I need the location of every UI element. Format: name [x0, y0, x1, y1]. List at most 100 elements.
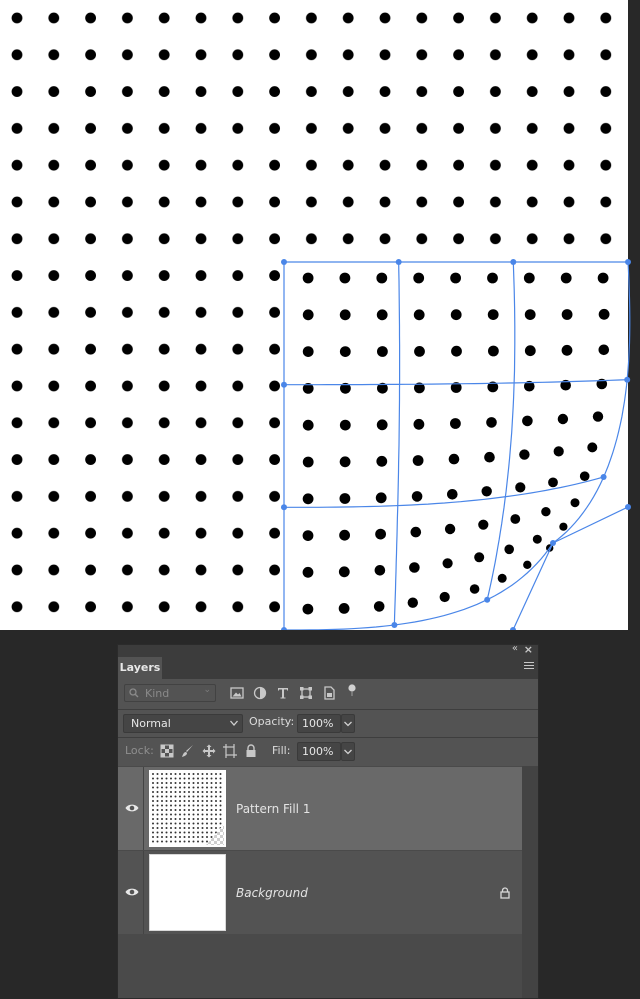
document-canvas[interactable] [0, 0, 640, 630]
warped-dot [302, 309, 314, 321]
warped-dot [557, 413, 569, 425]
warped-dot [302, 493, 314, 505]
layer-name[interactable]: Pattern Fill 1 [236, 802, 310, 816]
chevron-down-icon: ⌄ [203, 685, 211, 695]
lock-image-pixels-icon[interactable] [181, 744, 195, 758]
warped-dot [469, 584, 480, 594]
warped-dot [302, 566, 314, 578]
warped-dot [598, 344, 610, 356]
warp-control-point[interactable] [281, 504, 287, 511]
warped-dot [302, 346, 314, 357]
warped-dot [339, 346, 351, 357]
warped-dot [444, 523, 456, 535]
layer-thumbnail[interactable] [149, 854, 226, 931]
warped-dot [302, 456, 314, 468]
panel-tab-bar: Layers [118, 657, 538, 679]
warp-control-point[interactable] [625, 259, 631, 265]
warped-dot [413, 309, 425, 321]
filter-kind-select[interactable]: Kind ⌄ [124, 684, 216, 702]
warped-dot [553, 446, 564, 457]
smart-object-filter-icon[interactable] [322, 686, 336, 700]
warped-dot [488, 345, 499, 357]
warped-dot [302, 530, 314, 541]
lock-row: Lock: Fill: 100% [118, 737, 538, 767]
type-filter-icon[interactable] [276, 686, 290, 700]
warp-control-point[interactable] [391, 622, 398, 628]
warp-control-point[interactable] [550, 540, 556, 546]
warped-dot [376, 455, 388, 467]
warped-dot [412, 455, 424, 466]
filter-kind-label: Kind [145, 687, 170, 700]
warped-dot [339, 529, 350, 541]
layer-list-scrollbar[interactable] [522, 766, 538, 998]
opacity-dropdown[interactable] [341, 714, 355, 733]
blend-mode-select[interactable]: Normal [123, 714, 243, 733]
opacity-label: Opacity: [249, 715, 295, 728]
opacity-input[interactable]: 100% [297, 714, 341, 733]
warp-control-point[interactable] [600, 474, 607, 480]
warp-control-point[interactable] [625, 504, 631, 510]
warped-dot [377, 346, 388, 357]
warp-control-point[interactable] [281, 259, 287, 265]
search-icon [129, 688, 139, 698]
eye-icon[interactable] [125, 887, 139, 897]
warped-dot [598, 308, 610, 320]
shape-filter-icon[interactable] [299, 686, 313, 700]
warp-control-point[interactable] [281, 381, 287, 388]
warped-dot [484, 451, 495, 463]
tab-layers[interactable]: Layers [118, 657, 162, 679]
warped-dot [560, 272, 572, 284]
eye-icon[interactable] [125, 803, 139, 813]
warped-dot [519, 449, 530, 460]
image-filter-icon[interactable] [230, 686, 244, 700]
layer-list: Pattern Fill 1 Background [118, 766, 538, 998]
layer-row-pattern-fill[interactable]: Pattern Fill 1 [118, 767, 522, 850]
warped-dot [339, 419, 351, 431]
warped-dot [413, 272, 425, 284]
warped-dot [451, 345, 462, 357]
warped-dot [338, 566, 350, 578]
adjustment-filter-icon[interactable] [253, 686, 267, 700]
warped-dot [375, 492, 387, 504]
warped-dot [339, 493, 351, 504]
lock-position-icon[interactable] [202, 744, 216, 758]
warp-control-point[interactable] [510, 259, 517, 265]
warped-dot [410, 526, 422, 538]
warped-dot [532, 534, 542, 544]
lock-icon[interactable] [500, 887, 510, 899]
layer-name[interactable]: Background [236, 886, 308, 900]
warped-dot [522, 415, 533, 427]
warped-dot [523, 560, 532, 569]
layers-panel: « × Layers Kind ⌄ Normal Opacity: 100% L… [117, 643, 539, 999]
canvas-artwork[interactable] [0, 0, 640, 630]
fill-dropdown[interactable] [341, 742, 355, 761]
lock-transparent-pixels-icon[interactable] [160, 744, 174, 758]
filter-toggle-icon[interactable] [345, 683, 359, 697]
warped-dot [510, 514, 521, 524]
warped-dot [597, 272, 609, 284]
fill-input[interactable]: 100% [297, 742, 341, 761]
warped-dot [302, 272, 314, 284]
warp-control-point[interactable] [395, 259, 402, 265]
collapse-panel-icon[interactable]: « [512, 643, 518, 654]
chevron-down-icon [344, 749, 352, 755]
layer-thumbnail[interactable] [149, 770, 226, 847]
layer-filter-row: Kind ⌄ [118, 679, 538, 710]
lock-artboard-icon[interactable] [223, 744, 237, 758]
warp-control-point[interactable] [484, 596, 491, 603]
warped-dot [579, 471, 590, 482]
warped-dot [592, 411, 604, 422]
warped-dot [523, 272, 535, 284]
close-panel-icon[interactable]: × [524, 643, 533, 656]
lock-all-icon[interactable] [244, 744, 258, 758]
warped-dot [478, 519, 489, 530]
warped-dot [339, 309, 351, 321]
layer-row-background[interactable]: Background [118, 851, 522, 934]
warped-dot [448, 453, 460, 465]
warped-dot [481, 486, 492, 497]
warped-dot [374, 565, 386, 576]
warp-control-point[interactable] [624, 376, 631, 383]
warped-dot [376, 272, 388, 284]
warped-dot [339, 456, 351, 468]
panel-menu-icon[interactable] [524, 662, 534, 672]
